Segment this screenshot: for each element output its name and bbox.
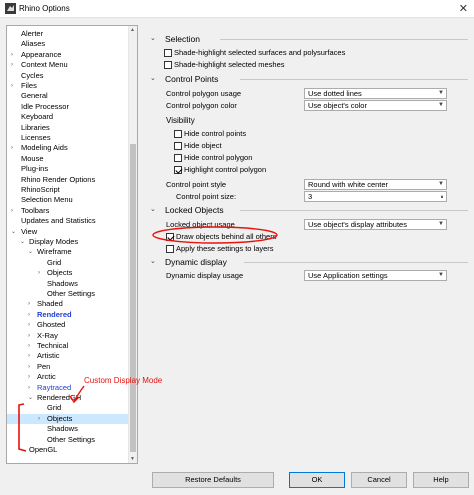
cancel-button[interactable]: Cancel (351, 472, 407, 488)
annotation-arrowhead (69, 395, 80, 404)
ok-button[interactable]: OK (289, 472, 345, 488)
restore-defaults-button[interactable]: Restore Defaults (152, 472, 274, 488)
dialog-buttons: Restore Defaults OK Cancel Help (0, 470, 474, 495)
annotation-ellipse (152, 226, 278, 244)
help-button[interactable]: Help (413, 472, 469, 488)
annotation-bracket (18, 403, 27, 452)
annotation-label: Custom Display Mode (84, 376, 163, 385)
annotation-overlay (18, 226, 278, 452)
